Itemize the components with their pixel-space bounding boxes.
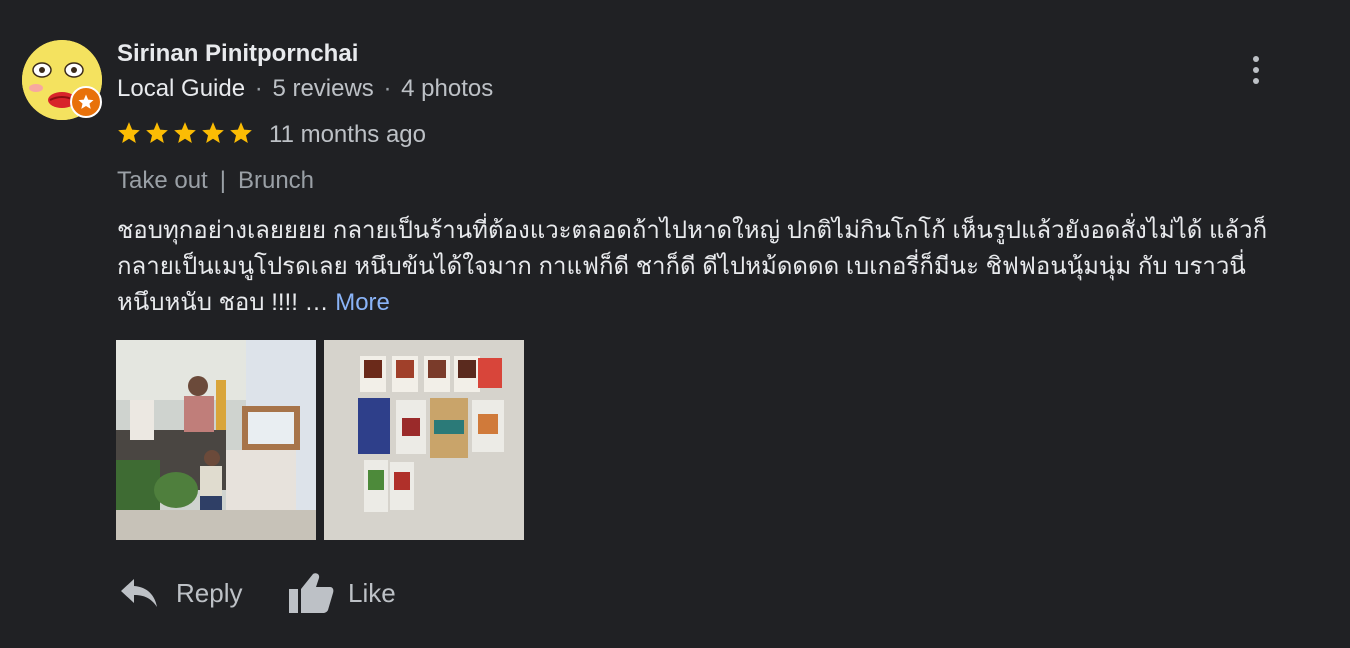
thumbs-up-icon	[289, 573, 334, 613]
review-count: 5 reviews	[272, 75, 374, 102]
star-icon	[146, 122, 168, 143]
local-guide-label: Local Guide	[117, 75, 246, 102]
star-rating	[116, 120, 254, 146]
review-tags: Take out | Brunch	[117, 167, 314, 195]
more-options-icon[interactable]	[1242, 50, 1270, 90]
meta-separator: ·	[383, 75, 392, 102]
tag-service: Take out	[117, 167, 208, 194]
review-photo-products[interactable]	[324, 340, 524, 540]
reply-label: Reply	[176, 577, 243, 608]
star-icon	[230, 122, 252, 143]
local-guide-star-icon	[70, 86, 102, 118]
product-packages-photo-icon	[324, 340, 524, 540]
reviewer-meta: Local Guide · 5 reviews · 4 photos	[117, 75, 493, 103]
review-card: Sirinan Pinitpornchai Local Guide · 5 re…	[0, 0, 1350, 648]
review-time: 11 months ago	[269, 121, 426, 148]
review-text-line: กลายเป็นเมนูโปรดเลย หนึบข้นได้ใจมาก กาแฟ…	[117, 253, 1246, 280]
star-icon	[118, 122, 140, 143]
review-text: ชอบทุกอย่างเลยยยย กลายเป็นร้านที่ต้องแวะ…	[117, 213, 1327, 321]
review-photo-coffee-shop[interactable]	[116, 340, 316, 540]
photo-count: 4 photos	[401, 75, 494, 102]
tag-meal: Brunch	[237, 167, 315, 194]
review-text-line-last: หนึบหนับ ชอบ !!!! … More	[117, 285, 1327, 321]
review-text-line: หนึบหนับ ชอบ !!!! …	[117, 289, 336, 316]
tag-divider: |	[219, 167, 226, 194]
like-label: Like	[348, 577, 396, 608]
more-link[interactable]: More	[335, 289, 390, 316]
reply-arrow-icon	[121, 579, 157, 607]
reply-button[interactable]: Reply	[120, 568, 242, 618]
meta-separator: ·	[254, 75, 263, 102]
star-icon	[202, 122, 224, 143]
review-text-line: ชอบทุกอย่างเลยยยย กลายเป็นร้านที่ต้องแวะ…	[117, 217, 1268, 244]
like-button[interactable]: Like	[288, 568, 396, 618]
reviewer-name[interactable]: Sirinan Pinitpornchai	[117, 40, 358, 68]
star-icon	[174, 122, 196, 143]
coffee-shop-photo-icon	[116, 340, 316, 540]
